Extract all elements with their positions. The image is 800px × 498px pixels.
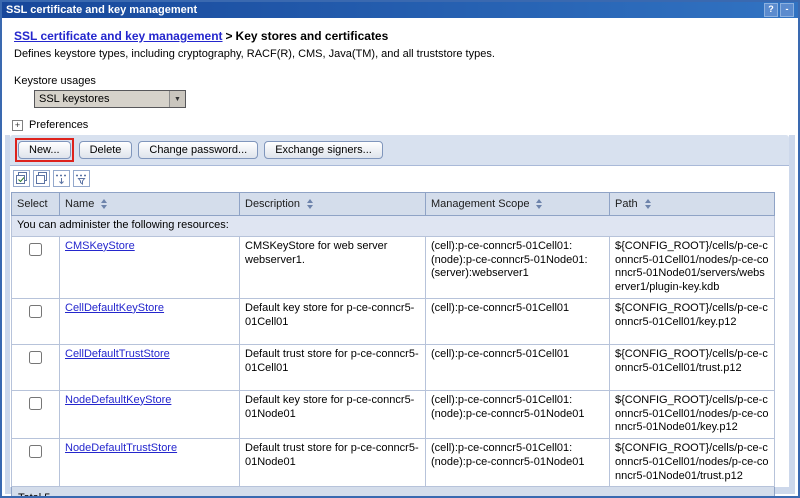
column-header-description[interactable]: Description bbox=[240, 193, 426, 216]
clear-filter-icon[interactable] bbox=[73, 170, 90, 187]
keystore-path: ${CONFIG_ROOT}/cells/p-ce-conncr5-01Cell… bbox=[610, 390, 775, 438]
keystore-scope: (cell):p-ce-conncr5-01Cell01: (node):p-c… bbox=[426, 439, 610, 487]
select-all-icon[interactable] bbox=[13, 170, 30, 187]
sort-icon[interactable] bbox=[307, 199, 313, 209]
table-header-row: Select Name Description Management Scope bbox=[12, 193, 775, 216]
keystore-link[interactable]: CMSKeyStore bbox=[65, 240, 135, 252]
keystore-usages-block: Keystore usages SSL keystores ▼ bbox=[14, 75, 786, 108]
keystore-description: Default key store for p-ce-conncr5-01Nod… bbox=[240, 390, 426, 438]
table-caption: You can administer the following resourc… bbox=[12, 216, 775, 237]
minimize-icon[interactable]: - bbox=[780, 3, 794, 17]
keystore-path: ${CONFIG_ROOT}/cells/p-ce-conncr5-01Cell… bbox=[610, 344, 775, 390]
table-toolbar bbox=[10, 166, 789, 192]
breadcrumb: SSL certificate and key management>Key s… bbox=[14, 29, 786, 43]
deselect-all-icon[interactable] bbox=[33, 170, 50, 187]
keystore-usages-value: SSL keystores bbox=[35, 91, 169, 107]
expand-icon[interactable]: + bbox=[12, 120, 23, 131]
keystore-path: ${CONFIG_ROOT}/cells/p-ce-conncr5-01Cell… bbox=[610, 439, 775, 487]
sort-icon[interactable] bbox=[645, 199, 651, 209]
breadcrumb-link-ssl-management[interactable]: SSL certificate and key management bbox=[14, 29, 223, 43]
keystore-table-panel: New... Delete Change password... Exchang… bbox=[5, 135, 795, 494]
new-button-highlight: New... bbox=[15, 138, 74, 162]
page-description: Defines keystore types, including crypto… bbox=[14, 48, 786, 60]
window-controls: ? - bbox=[764, 3, 794, 17]
delete-button[interactable]: Delete bbox=[79, 141, 133, 159]
column-header-name[interactable]: Name bbox=[60, 193, 240, 216]
table-row: CellDefaultKeyStore Default key store fo… bbox=[12, 298, 775, 344]
sort-icon[interactable] bbox=[536, 199, 542, 209]
table-row: NodeDefaultTrustStore Default trust stor… bbox=[12, 439, 775, 487]
row-select-checkbox[interactable] bbox=[29, 397, 42, 410]
keystore-scope: (cell):p-ce-conncr5-01Cell01: (node):p-c… bbox=[426, 236, 610, 298]
table-footer-row: Total 5 bbox=[12, 487, 775, 498]
table-row: NodeDefaultKeyStore Default key store fo… bbox=[12, 390, 775, 438]
keystore-link[interactable]: NodeDefaultTrustStore bbox=[65, 442, 177, 454]
preferences-label: Preferences bbox=[29, 119, 88, 131]
chevron-down-icon: ▼ bbox=[169, 91, 185, 107]
preferences-toggle[interactable]: + Preferences bbox=[12, 119, 796, 131]
keystore-link[interactable]: CellDefaultTrustStore bbox=[65, 348, 170, 360]
keystores-table: Select Name Description Management Scope bbox=[11, 192, 775, 498]
row-select-checkbox[interactable] bbox=[29, 351, 42, 364]
keystore-link[interactable]: NodeDefaultKeyStore bbox=[65, 394, 171, 406]
window-titlebar: SSL certificate and key management ? - bbox=[2, 2, 798, 18]
keystore-description: Default trust store for p-ce-conncr5-01N… bbox=[240, 439, 426, 487]
keystore-scope: (cell):p-ce-conncr5-01Cell01 bbox=[426, 344, 610, 390]
keystore-usages-select[interactable]: SSL keystores ▼ bbox=[34, 90, 186, 108]
page-content: SSL certificate and key management>Key s… bbox=[2, 18, 798, 496]
keystore-description: Default trust store for p-ce-conncr5-01C… bbox=[240, 344, 426, 390]
help-icon[interactable]: ? bbox=[764, 3, 778, 17]
exchange-signers-button[interactable]: Exchange signers... bbox=[264, 141, 383, 159]
column-header-select: Select bbox=[12, 193, 60, 216]
keystore-link[interactable]: CellDefaultKeyStore bbox=[65, 302, 164, 314]
table-row: CMSKeyStore CMSKeyStore for web server w… bbox=[12, 236, 775, 298]
column-header-management-scope[interactable]: Management Scope bbox=[426, 193, 610, 216]
change-password-button[interactable]: Change password... bbox=[138, 141, 258, 159]
table-row: CellDefaultTrustStore Default trust stor… bbox=[12, 344, 775, 390]
window-title: SSL certificate and key management bbox=[6, 4, 197, 16]
ssl-management-window: SSL certificate and key management ? - S… bbox=[0, 0, 800, 498]
sort-icon[interactable] bbox=[101, 199, 107, 209]
row-select-checkbox[interactable] bbox=[29, 305, 42, 318]
keystore-path: ${CONFIG_ROOT}/cells/p-ce-conncr5-01Cell… bbox=[610, 236, 775, 298]
breadcrumb-current: Key stores and certificates bbox=[236, 29, 389, 43]
show-filter-icon[interactable] bbox=[53, 170, 70, 187]
keystore-scope: (cell):p-ce-conncr5-01Cell01: (node):p-c… bbox=[426, 390, 610, 438]
column-header-path[interactable]: Path bbox=[610, 193, 775, 216]
new-button[interactable]: New... bbox=[18, 141, 71, 159]
breadcrumb-separator: > bbox=[226, 29, 233, 43]
keystore-description: Default key store for p-ce-conncr5-01Cel… bbox=[240, 298, 426, 344]
total-count: Total 5 bbox=[12, 487, 775, 498]
action-button-bar: New... Delete Change password... Exchang… bbox=[10, 135, 789, 166]
keystore-path: ${CONFIG_ROOT}/cells/p-ce-conncr5-01Cell… bbox=[610, 298, 775, 344]
row-select-checkbox[interactable] bbox=[29, 243, 42, 256]
keystore-scope: (cell):p-ce-conncr5-01Cell01 bbox=[426, 298, 610, 344]
row-select-checkbox[interactable] bbox=[29, 445, 42, 458]
keystore-description: CMSKeyStore for web server webserver1. bbox=[240, 236, 426, 298]
table-caption-row: You can administer the following resourc… bbox=[12, 216, 775, 237]
keystore-usages-label: Keystore usages bbox=[14, 75, 786, 87]
